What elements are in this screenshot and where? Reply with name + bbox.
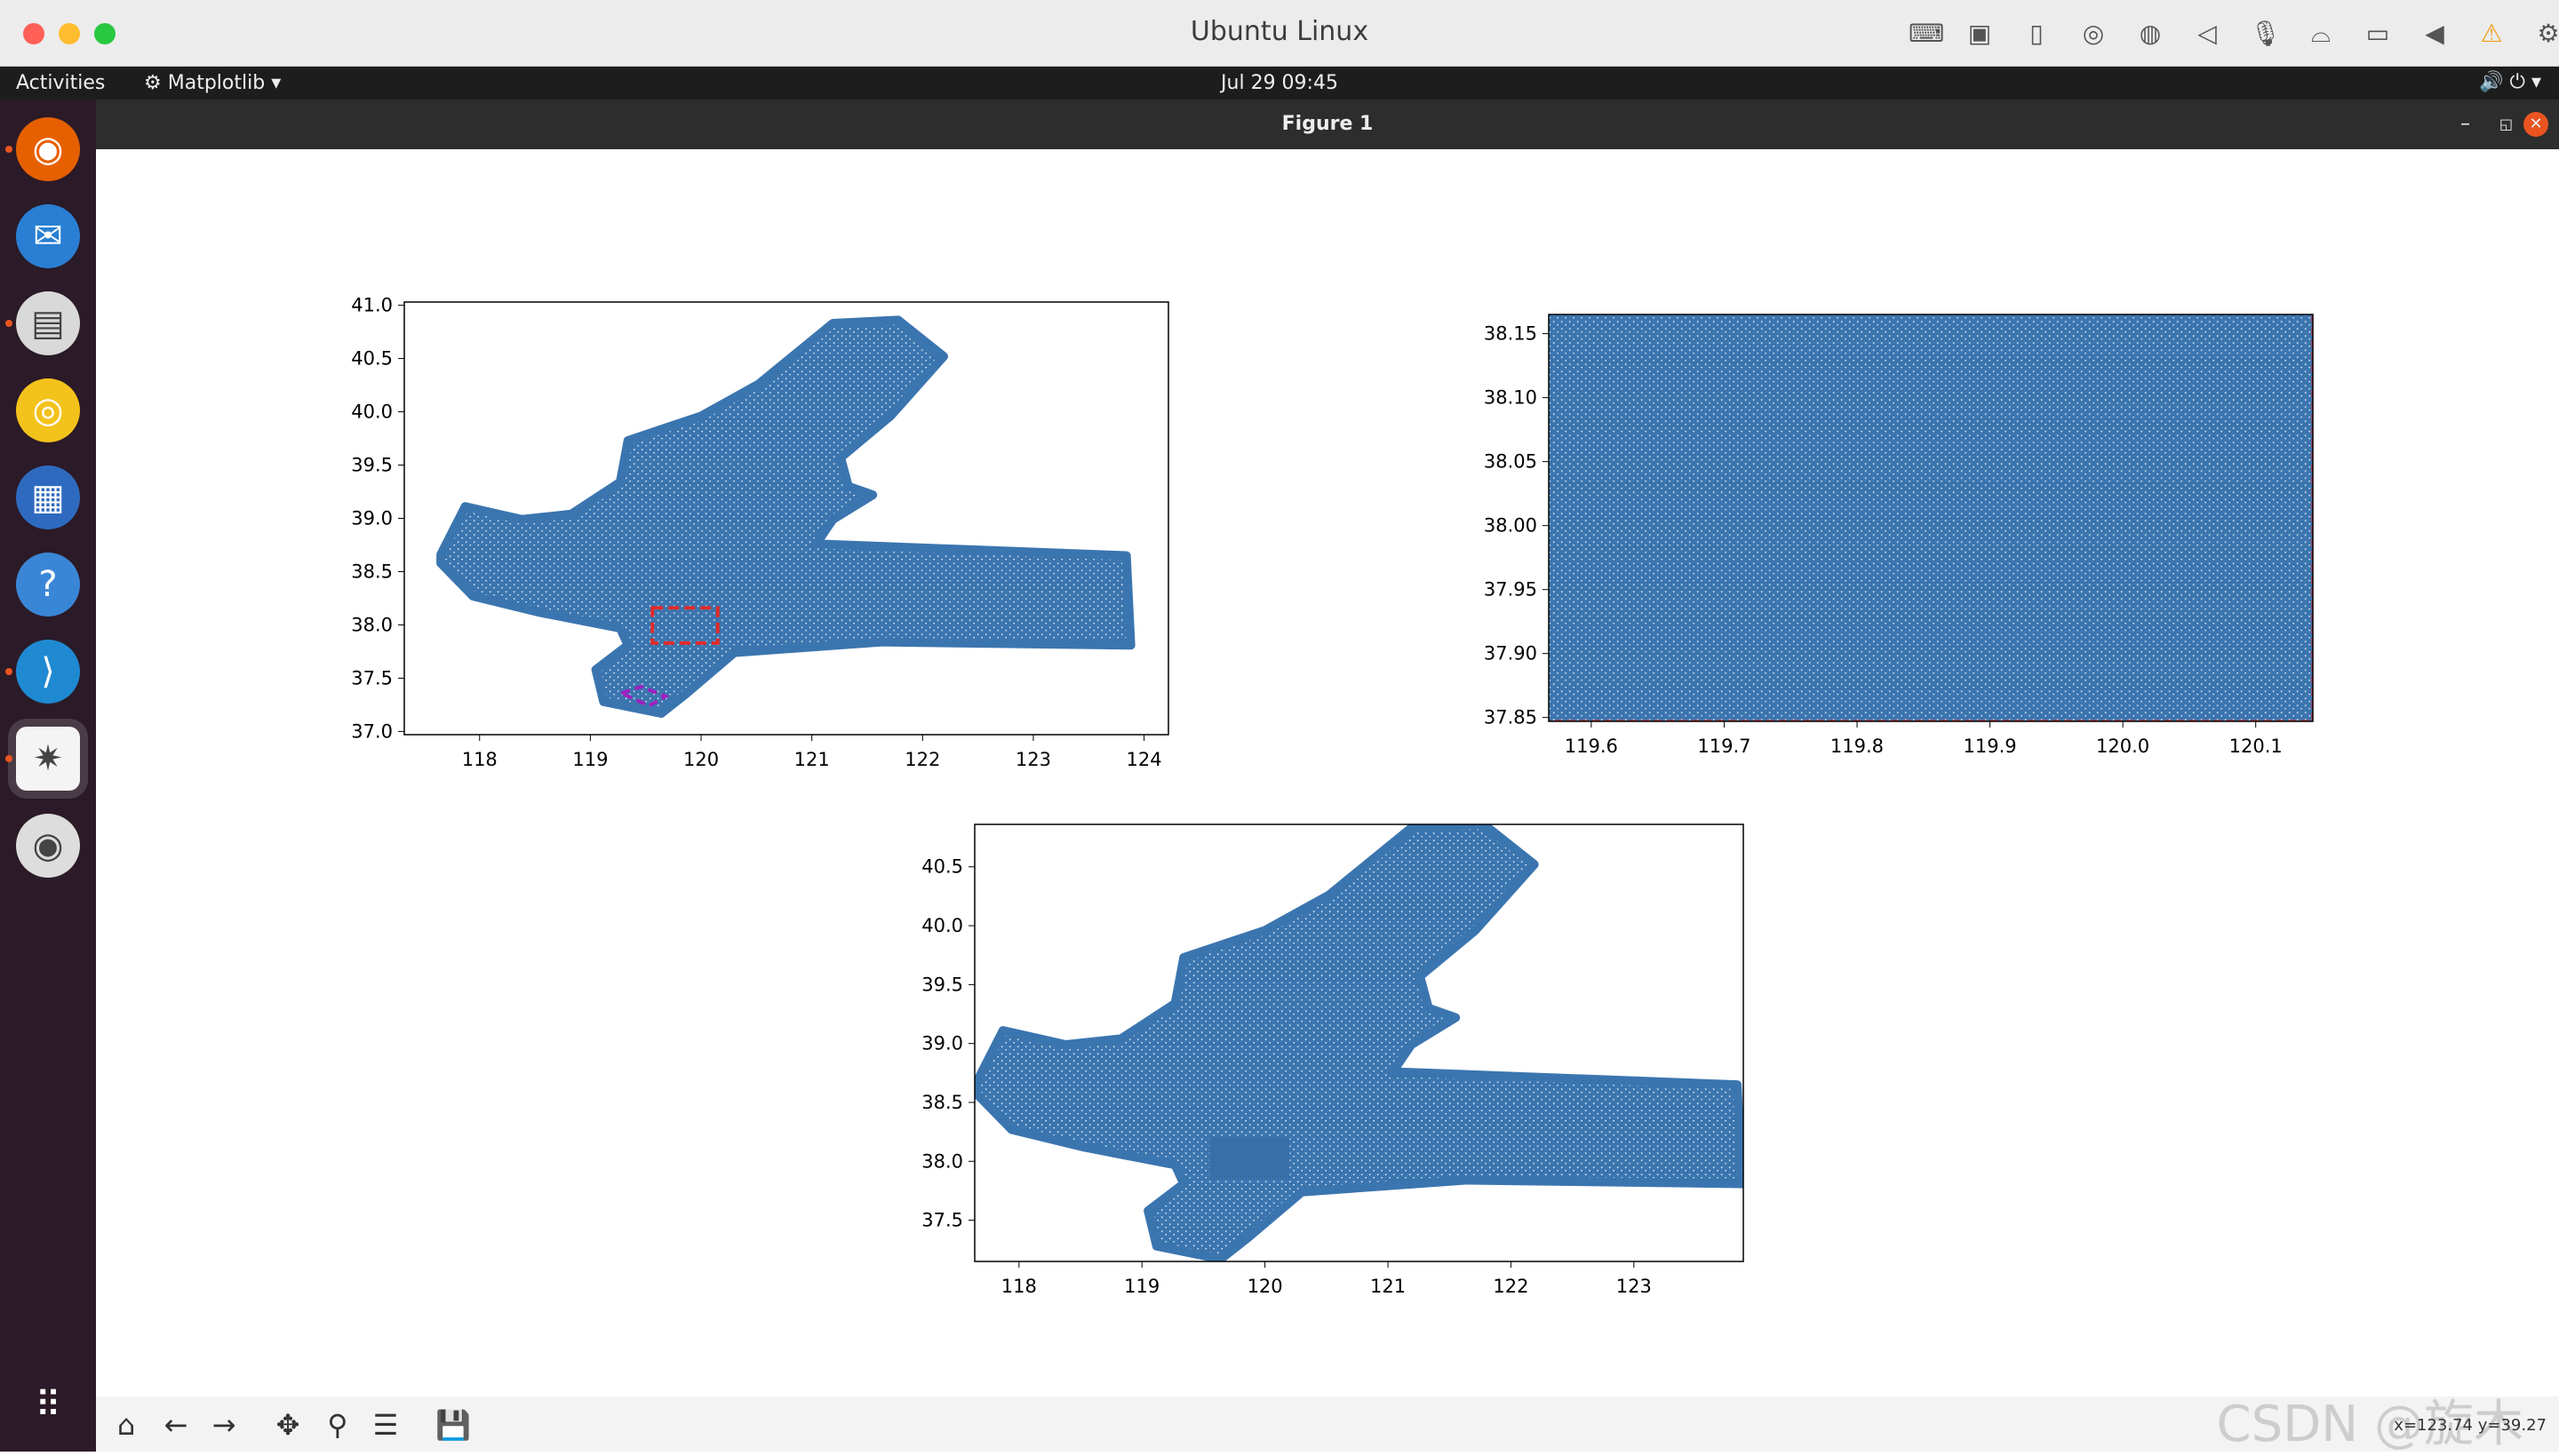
mesh [436, 315, 1136, 719]
y-tick-label: 37.5 [921, 1210, 963, 1231]
running-indicator [5, 668, 12, 675]
close-icon[interactable]: ✕ [2523, 112, 2548, 137]
gear-icon[interactable]: ⚙ [2534, 20, 2559, 48]
speaker-icon[interactable]: ◁ [2193, 20, 2221, 48]
x-tick-label: 120.1 [2229, 736, 2283, 757]
x-tick-label: 119 [572, 749, 608, 770]
dock-help[interactable]: ? [16, 553, 80, 617]
y-tick-label: 38.00 [1484, 515, 1537, 537]
arrow-icon[interactable]: ◀ [2420, 20, 2449, 48]
x-tick-label: 120.0 [2096, 736, 2149, 757]
minimize-icon[interactable]: – [2460, 99, 2470, 149]
running-indicator [5, 755, 12, 762]
x-tick-label: 119.7 [1697, 736, 1750, 757]
microphone-icon[interactable]: 🎙 [2250, 20, 2282, 48]
back-icon[interactable]: ← [158, 1407, 194, 1443]
system-menu[interactable]: 🔊 ⏻ ▾ [2479, 71, 2541, 93]
x-tick-label: 123 [1016, 749, 1051, 770]
x-tick-label: 122 [905, 749, 940, 770]
dock-rhythmbox[interactable]: ◎ [16, 378, 80, 442]
refined-region [1209, 1137, 1290, 1180]
x-tick-label: 118 [462, 749, 498, 770]
y-tick-label: 39.0 [351, 508, 393, 529]
speaker-icon: 🔊 [2479, 71, 2504, 93]
cursor-coordinates: x=123.74 y=39.27 [2394, 1416, 2547, 1435]
y-tick-label: 38.5 [921, 1092, 963, 1113]
x-tick-label: 119.6 [1565, 736, 1618, 757]
disc-icon[interactable]: ◎ [2079, 20, 2108, 48]
y-tick-label: 37.5 [351, 667, 393, 688]
host-title: Ubuntu Linux [1190, 16, 1369, 47]
dock-vscode[interactable]: ⟩ [16, 640, 80, 704]
show-apps-icon[interactable]: ⠿ [16, 1373, 80, 1437]
dock-writer[interactable]: ▦ [16, 465, 80, 529]
drive-icon[interactable]: ⌓ [2307, 20, 2335, 48]
host-title-bar: Ubuntu Linux ⌨ ▣ ▯ ◎ ◍ ◁ 🎙 ⌓ ▭ ◀ ⚠ ⚙ [0, 0, 2559, 67]
keyboard-icon[interactable]: ⌨ [1909, 20, 1944, 48]
mesh [1549, 314, 2313, 721]
usb-icon[interactable]: ▯ [2022, 20, 2051, 48]
dock-matplotlib[interactable]: ✷ [16, 727, 80, 791]
forward-icon[interactable]: → [206, 1407, 242, 1443]
x-tick-label: 119.9 [1963, 736, 2016, 757]
y-tick-label: 40.0 [921, 915, 963, 936]
dock-firefox[interactable]: ◉ [16, 117, 80, 181]
running-indicator [5, 146, 12, 153]
y-tick-label: 37.0 [351, 720, 393, 742]
clock[interactable]: Jul 29 09:45 [0, 72, 2559, 94]
home-icon[interactable]: ⌂ [108, 1407, 144, 1443]
cpu-icon[interactable]: ▣ [1965, 20, 1994, 48]
y-tick-label: 38.10 [1484, 387, 1537, 409]
window-title: Figure 1 [1281, 113, 1374, 135]
y-tick-label: 38.15 [1484, 323, 1537, 345]
pan-icon[interactable]: ✥ [270, 1407, 306, 1443]
figure-canvas[interactable]: 118 119 120 121 122 123 124 37.0 37.5 38.0 38.5 39.… [96, 149, 2559, 1396]
x-tick-label: 123 [1616, 1276, 1652, 1297]
y-tick-label: 39.0 [921, 1033, 963, 1054]
y-tick-label: 38.0 [351, 614, 393, 635]
x-tick-label: 120 [683, 749, 719, 770]
subplot-3: 118 119 120 121 122 123 37.5 38.0 38.5 39.0 39.5 40… [921, 823, 1744, 1297]
subplot-1: 118 119 120 121 122 123 124 37.0 37.5 38.0 38.5 39.… [351, 295, 1169, 770]
x-tick-label: 120 [1248, 1276, 1283, 1297]
y-tick-label: 38.0 [921, 1150, 963, 1172]
save-icon[interactable]: 💾 [435, 1407, 471, 1443]
warning-icon[interactable]: ⚠ [2477, 20, 2506, 48]
x-tick-label: 122 [1493, 1276, 1528, 1297]
y-tick-label: 39.5 [351, 455, 393, 476]
mesh [975, 824, 1743, 1261]
y-tick-label: 37.95 [1484, 579, 1537, 601]
x-tick-label: 118 [1001, 1276, 1037, 1297]
restore-icon[interactable]: ◱ [2499, 99, 2513, 149]
dock-dvd[interactable]: ◉ [16, 814, 80, 878]
window-title-bar: Figure 1 – ◱ ✕ [96, 99, 2559, 149]
y-tick-label: 38.5 [351, 561, 393, 582]
y-tick-label: 40.5 [351, 348, 393, 370]
subplot-2: 119.6 119.7 119.8 119.9 120.0 120.1 37.85 37.90… [1484, 314, 2314, 757]
y-tick-label: 40.5 [921, 856, 963, 878]
x-tick-label: 121 [794, 749, 830, 770]
y-tick-label: 39.5 [921, 974, 963, 995]
y-tick-label: 38.05 [1484, 451, 1537, 473]
y-tick-label: 41.0 [351, 295, 393, 316]
x-tick-label: 121 [1370, 1276, 1406, 1297]
matplotlib-toolbar: ⌂ ← → ✥ ⚲ ☰ 💾 CSDN @旋木 x=123.74 y=39.27 [96, 1396, 2559, 1453]
gnome-top-bar: Activities ⚙ Matplotlib ▾ Jul 29 09:45 🔊… [0, 67, 2559, 99]
x-tick-label: 119.8 [1830, 736, 1884, 757]
zoom-icon[interactable]: ⚲ [320, 1407, 355, 1443]
y-tick-label: 37.90 [1484, 643, 1537, 664]
globe-icon[interactable]: ◍ [2136, 20, 2164, 48]
running-indicator [5, 320, 12, 327]
dock: ◉ ✉ ▤ ◎ ▦? ⟩ ✷ ◉ ⠿ [0, 99, 96, 1452]
camera-icon[interactable]: ▭ [2364, 20, 2392, 48]
x-tick-label: 119 [1124, 1276, 1160, 1297]
x-tick-label: 124 [1127, 749, 1162, 770]
y-tick-label: 40.0 [351, 402, 393, 423]
figure: 118 119 120 121 122 123 124 37.0 37.5 38.0 38.5 39.… [351, 295, 2314, 1297]
dock-thunderbird[interactable]: ✉ [16, 204, 80, 268]
y-tick-label: 37.85 [1484, 707, 1537, 728]
dock-files[interactable]: ▤ [16, 291, 80, 355]
power-icon: ⏻ [2509, 71, 2525, 93]
configure-icon[interactable]: ☰ [368, 1407, 403, 1443]
